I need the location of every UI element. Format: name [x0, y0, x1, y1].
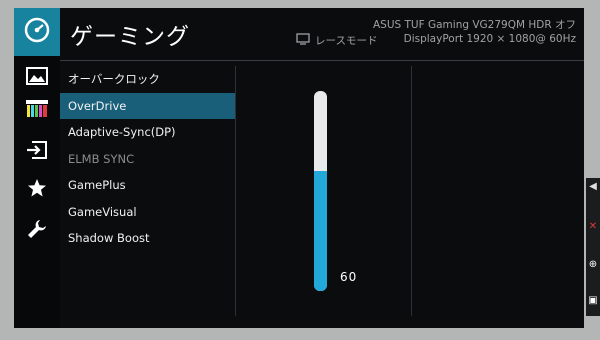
header: ゲーミング ASUS TUF Gaming VG279QM HDR オフ レース…: [60, 8, 584, 61]
overdrive-slider[interactable]: [314, 91, 327, 291]
input-icon: [26, 141, 48, 163]
mode-indicator: レースモード: [296, 33, 377, 48]
menu-item-gamevisual[interactable]: GameVisual: [60, 199, 235, 226]
menu-item-adaptive-sync[interactable]: Adaptive-Sync(DP): [60, 119, 235, 146]
menu-item-overclock[interactable]: オーバークロック: [60, 66, 235, 93]
mode-label: レースモード: [315, 35, 378, 47]
slider-fill: [314, 171, 327, 291]
sidebar-item-system[interactable]: [21, 216, 53, 246]
sidebar-item-input[interactable]: [21, 137, 53, 167]
menu-item-overdrive[interactable]: OverDrive: [60, 92, 235, 119]
divider: [235, 66, 236, 316]
side-button-strip: ◀ ✕ ⊕ ▣: [586, 178, 600, 316]
image-icon: [26, 67, 48, 89]
sidebar-item-favorite[interactable]: [21, 175, 53, 205]
menu-item-shadow-boost[interactable]: Shadow Boost: [60, 225, 235, 252]
gaming-menu: オーバークロック OverDrive Adaptive-Sync(DP) ELM…: [60, 66, 235, 252]
star-icon: [27, 178, 47, 202]
input-info: DisplayPort 1920 × 1080@ 60Hz: [403, 33, 576, 45]
monitor-icon: [296, 33, 310, 48]
triangle-left-icon[interactable]: ◀: [588, 182, 598, 192]
sidebar-item-image[interactable]: [21, 63, 53, 93]
window-icon[interactable]: ▣: [588, 296, 598, 306]
slider-value: 60: [340, 270, 358, 284]
page-title: ゲーミング: [70, 24, 190, 50]
close-icon[interactable]: ✕: [588, 222, 598, 232]
divider: [411, 66, 412, 316]
gauge-icon: [24, 17, 50, 47]
wrench-icon: [27, 219, 47, 243]
sidebar: [14, 8, 60, 328]
plus-circle-icon[interactable]: ⊕: [588, 260, 598, 270]
osd-panel: ゲーミング ASUS TUF Gaming VG279QM HDR オフ レース…: [14, 8, 584, 328]
sidebar-item-gaming[interactable]: [14, 8, 60, 56]
menu-item-gameplus[interactable]: GamePlus: [60, 172, 235, 199]
model-info: ASUS TUF Gaming VG279QM HDR オフ: [372, 19, 576, 31]
color-bars-icon: [26, 100, 48, 122]
menu-item-elmb-sync: ELMB SYNC: [68, 151, 135, 166]
sidebar-item-color[interactable]: [21, 96, 53, 126]
